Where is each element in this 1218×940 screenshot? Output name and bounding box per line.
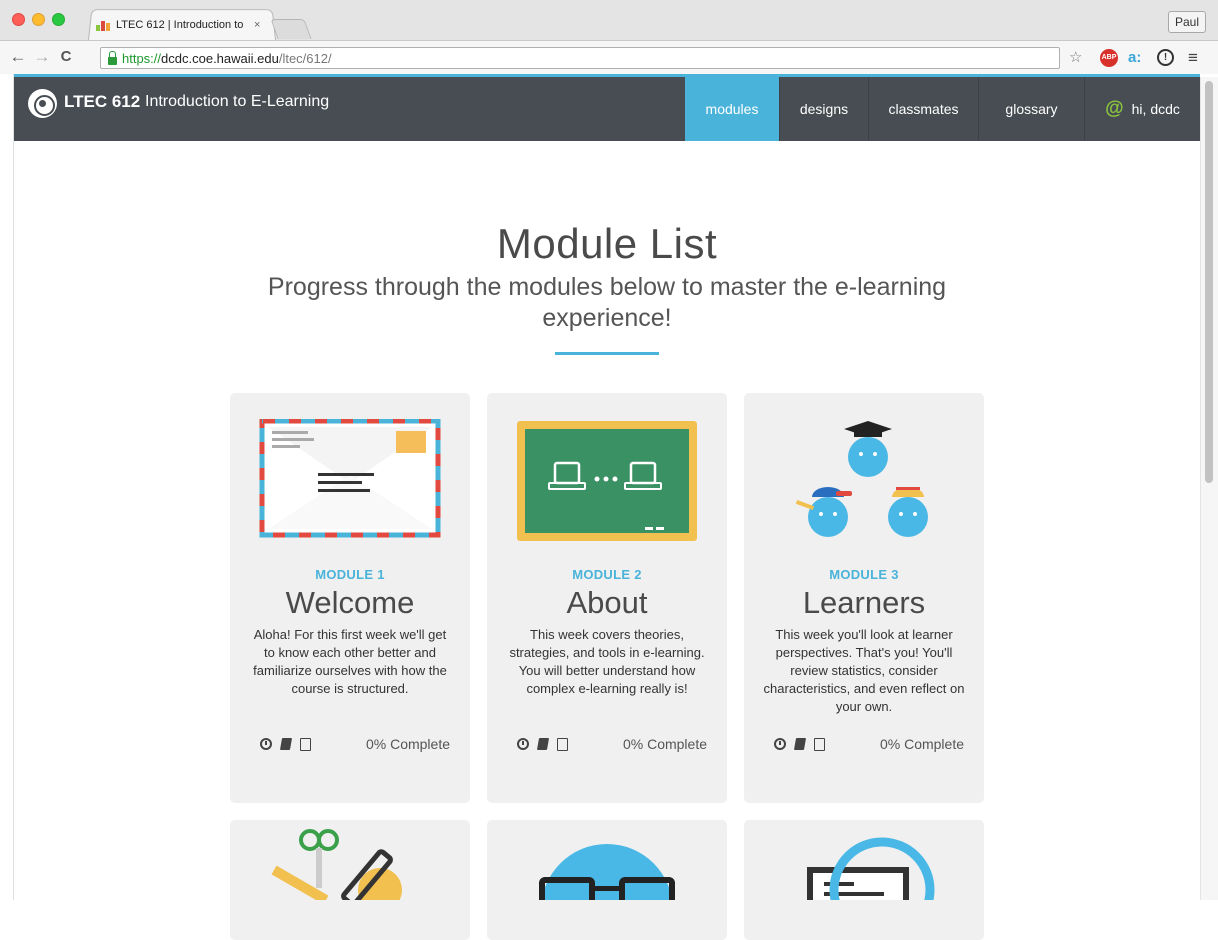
forward-button[interactable]: → [32,47,52,67]
module-number: MODULE 3 [829,567,899,582]
nav-classmates[interactable]: classmates [868,77,978,141]
book-icon [536,738,550,750]
lock-icon [108,50,117,65]
module-progress: 0% Complete [365,736,450,752]
browser-toolbar: ← → C https://dcdc.coe.hawaii.edu/ltec/6… [0,40,1218,74]
module-card[interactable]: MODULE 2 About This week covers theories… [487,393,727,803]
module-description: Aloha! For this first week we'll get to … [253,627,447,696]
module-card[interactable] [487,820,727,940]
nav-designs[interactable]: designs [779,77,868,141]
module-description: This week you'll look at learner perspec… [763,627,965,714]
url-path: /ltec/612/ [278,50,332,66]
document-icon [814,737,825,751]
monitor-search-icon [807,837,935,900]
module-description: This week covers theories, strategies, a… [509,627,705,696]
craft-tools-icon [271,829,402,900]
minimize-window-button[interactable] [32,13,45,26]
tab-close-icon[interactable]: × [254,19,260,31]
module-meta: 0% Complete [774,736,964,752]
maximize-window-button[interactable] [52,13,65,26]
clock-icon [517,738,529,750]
clock-icon [774,738,786,750]
main-nav: modules designs classmates glossary @ hi… [685,77,1200,141]
document-icon [300,737,311,751]
site-header: LTEC 612 Introduction to E-Learning modu… [14,77,1200,141]
book-icon [793,738,807,750]
nav-user-menu[interactable]: @ hi, dcdc [1084,77,1200,141]
tab-strip: LTEC 612 | Introduction to × Paul [0,0,1218,41]
close-window-button[interactable] [12,13,25,26]
adblock-icon[interactable]: ABP [1100,49,1118,67]
new-tab-button[interactable] [270,19,312,39]
address-bar[interactable]: https://dcdc.coe.hawaii.edu/ltec/612/ [100,47,1060,69]
user-greeting: hi, dcdc [1131,101,1180,117]
module-card[interactable] [744,820,984,940]
nav-glossary[interactable]: glossary [978,77,1084,141]
title-divider [555,352,659,355]
module-progress: 0% Complete [622,736,707,752]
scrollbar-thumb[interactable] [1205,81,1213,483]
module-title[interactable]: Learners [744,585,984,621]
url-host: dcdc.coe.hawaii.edu [161,50,279,66]
profile-button[interactable]: Paul [1167,11,1206,33]
module-card[interactable] [230,820,470,940]
module-number: MODULE 2 [572,567,642,582]
module-meta: 0% Complete [517,736,707,752]
url-scheme: https:// [122,50,162,66]
at-icon: @ [1105,98,1124,119]
module-progress: 0% Complete [879,736,964,752]
info-extension-icon[interactable]: ! [1157,49,1174,66]
course-code[interactable]: LTEC 612 [64,92,140,112]
browser-tab-content[interactable]: LTEC 612 | Introduction to × [96,15,268,35]
browser-menu-icon[interactable]: ≡ [1188,49,1198,67]
module-number: MODULE 1 [315,567,385,582]
learners-icon [772,419,956,543]
book-icon [279,738,293,750]
nav-modules[interactable]: modules [685,77,779,141]
envelope-icon [258,419,442,543]
document-icon [557,737,568,751]
page-left-gutter [0,74,14,900]
back-button[interactable]: ← [8,47,28,67]
module-card[interactable]: MODULE 1 Welcome Aloha! For this first w… [230,393,470,803]
reload-button[interactable]: C [56,47,76,67]
page-title: Module List [496,220,718,267]
bookmark-star-icon[interactable]: ☆ [1069,49,1082,67]
clock-icon [260,738,272,750]
module-card[interactable]: MODULE 3 Learners This week you'll look … [744,393,984,803]
browser-chrome: LTEC 612 | Introduction to × Paul ← → C … [0,0,1218,74]
module-meta: 0% Complete [260,736,450,752]
tab-title: LTEC 612 | Introduction to [116,19,244,31]
glasses-face-icon [539,844,675,900]
module-title[interactable]: About [487,585,727,621]
chalkboard-icon [515,419,699,543]
university-seal-icon[interactable] [28,89,57,118]
favicon-icon [96,19,112,31]
module-title[interactable]: Welcome [230,585,470,621]
page-subtitle: Progress through the modules below to ma… [267,273,947,332]
extension-a-icon[interactable]: a: [1128,49,1141,67]
page-scrollbar[interactable] [1200,77,1218,900]
course-name[interactable]: Introduction to E-Learning [145,93,329,111]
